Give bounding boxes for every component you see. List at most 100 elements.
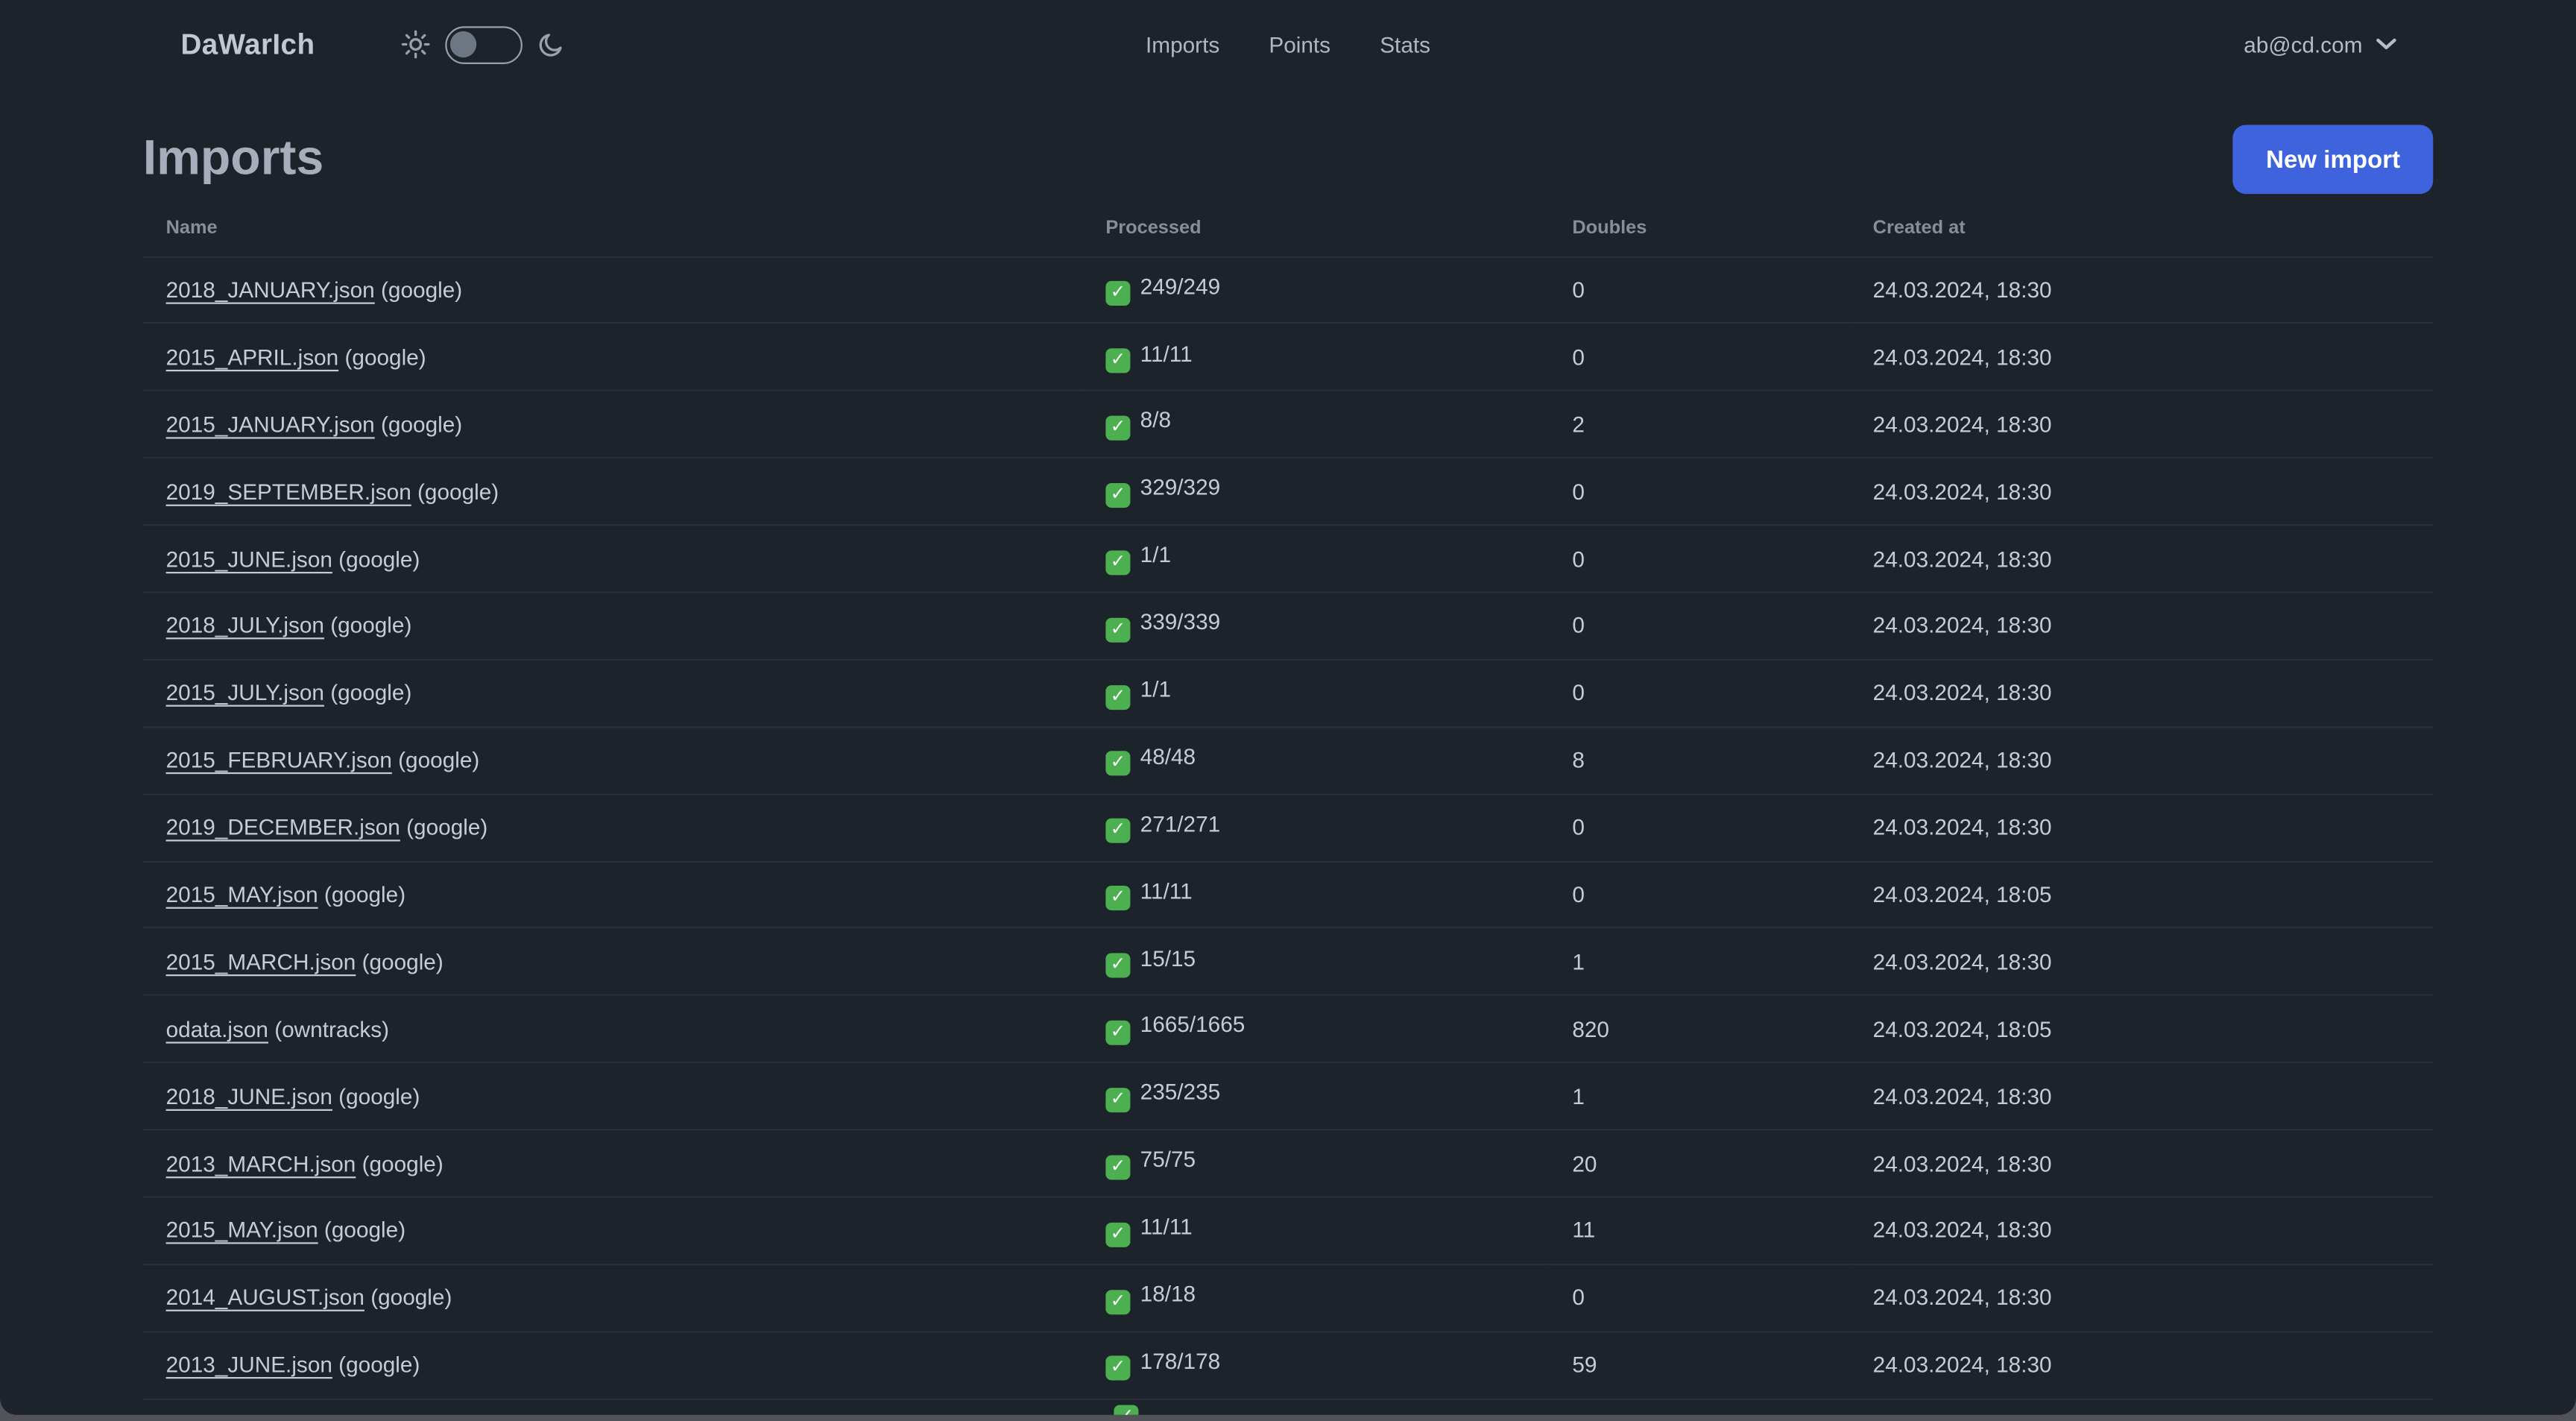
name-cell: 2015_APRIL.json (google) — [143, 324, 1083, 391]
doubles-count: 59 — [1572, 1352, 1597, 1378]
import-file-link[interactable]: 2015_MARCH.json — [166, 950, 356, 974]
table-row: 2019_DECEMBER.json (google) ✓ 271/271 0 2… — [142, 794, 2434, 861]
success-check-icon: ✓ — [1105, 1020, 1131, 1045]
created-at: 24.03.2024, 18:30 — [1872, 412, 2052, 437]
processed-cell: ✓ 339/339 — [1083, 592, 1550, 659]
processed-count: 18/18 — [1140, 1282, 1196, 1307]
doubles-count: 8 — [1572, 748, 1585, 773]
sun-icon — [401, 30, 429, 59]
processed-cell: ✓ 329/329 — [1083, 458, 1550, 525]
nav-points[interactable]: Points — [1269, 32, 1330, 57]
created-at: 24.03.2024, 18:30 — [1872, 277, 2052, 303]
processed-cell: ✓ 11/11 — [1083, 861, 1550, 928]
column-header-name: Name — [165, 218, 218, 239]
theme-toggle[interactable] — [444, 25, 523, 63]
doubles-cell: 11 — [1549, 1197, 1849, 1264]
created-at-cell: 24.03.2024, 18:30 — [1850, 458, 2433, 525]
success-check-icon: ✓ — [1105, 549, 1131, 575]
import-source: (google) — [374, 277, 463, 303]
import-file-link[interactable]: odata.json — [166, 1017, 268, 1042]
success-check-icon: ✓ — [1105, 1289, 1131, 1314]
import-file-link[interactable]: 2015_JULY.json — [166, 681, 324, 705]
created-at: 24.03.2024, 18:30 — [1872, 1218, 2052, 1244]
import-file-link[interactable]: 2019_SEPTEMBER.json — [166, 479, 411, 504]
processed-cell: ✓ 1/1 — [1083, 525, 1550, 592]
doubles-count: 820 — [1572, 1016, 1609, 1042]
name-cell: 2018_JUNE.json (google) — [143, 1062, 1083, 1129]
success-check-icon: ✓ — [1105, 1087, 1131, 1112]
nav-imports[interactable]: Imports — [1146, 32, 1219, 57]
doubles-count: 2 — [1572, 412, 1585, 437]
processed-count: 8/8 — [1140, 408, 1172, 433]
table-row: odata.json (owntracks) ✓ 1665/1665 820 24… — [142, 995, 2434, 1063]
import-file-link[interactable]: 2019_DECEMBER.json — [166, 815, 400, 839]
theme-toggle-group — [400, 25, 564, 63]
table-row: 2015_APRIL.json (google) ✓ 11/11 0 24.03.… — [142, 324, 2434, 391]
import-file-link[interactable]: 2018_JUNE.json — [166, 1084, 332, 1109]
import-file-link[interactable]: 2018_JULY.json — [166, 614, 324, 638]
import-file-link[interactable]: 2013_MARCH.json — [166, 1151, 356, 1176]
import-file-link[interactable]: 2015_JANUARY.json — [166, 412, 375, 437]
created-at: 24.03.2024, 18:30 — [1872, 748, 2052, 773]
doubles-count: 0 — [1572, 344, 1585, 370]
page-head: Imports New import — [143, 125, 2434, 195]
doubles-count: 0 — [1572, 882, 1585, 907]
success-check-icon: ✓ — [1105, 886, 1131, 911]
doubles-cell: 0 — [1549, 256, 1849, 324]
name-cell: 2014_AUGUST.json (google) — [143, 1264, 1083, 1332]
import-source: (google) — [391, 748, 480, 773]
column-header-created-at: Created at — [1872, 218, 1966, 239]
import-source: (google) — [356, 949, 443, 974]
import-file-link[interactable]: 2015_FEBRUARY.json — [166, 748, 392, 772]
table-row: 2013_JUNE.json (google) ✓ 178/178 59 24.0… — [142, 1332, 2434, 1399]
account-menu[interactable]: ab@cd.com — [2244, 0, 2396, 89]
table-row: 2015_JULY.json (google) ✓ 1/1 0 24.03.202… — [142, 660, 2434, 727]
import-file-link[interactable]: 2015_MAY.json — [166, 1218, 318, 1243]
success-check-icon: ✓ — [1105, 281, 1131, 306]
theme-toggle-knob — [450, 31, 477, 58]
table-header-row: Name Processed Doubles Created at — [142, 201, 2434, 256]
processed-cell: ✓ 15/15 — [1083, 928, 1550, 995]
import-file-link[interactable]: 2015_APRIL.json — [166, 344, 339, 369]
name-cell: 2015_JUNE.json (google) — [143, 525, 1083, 592]
created-at: 24.03.2024, 18:05 — [1872, 882, 2052, 907]
doubles-cell: 0 — [1549, 1264, 1849, 1332]
import-file-link[interactable]: 2014_AUGUST.json — [166, 1285, 364, 1310]
doubles-cell: 0 — [1549, 861, 1849, 928]
main-nav: Imports Points Stats — [1146, 0, 1430, 89]
success-check-icon: ✓ — [1105, 1154, 1131, 1180]
table-row: 2019_SEPTEMBER.json (google) ✓ 329/329 0 … — [142, 458, 2434, 526]
imports-table: Name Processed Doubles Created at 2018_J… — [142, 201, 2434, 1399]
created-at-cell: 24.03.2024, 18:30 — [1850, 1197, 2433, 1264]
created-at-cell: 24.03.2024, 18:30 — [1850, 324, 2433, 391]
nav-stats[interactable]: Stats — [1380, 32, 1430, 57]
processed-cell: ✓ 249/249 — [1083, 256, 1550, 324]
new-import-button[interactable]: New import — [2233, 125, 2434, 195]
doubles-cell: 0 — [1549, 458, 1849, 525]
import-file-link[interactable]: 2015_MAY.json — [166, 882, 318, 907]
processed-count: 235/235 — [1140, 1080, 1221, 1105]
name-cell: 2015_MARCH.json (google) — [143, 928, 1083, 995]
processed-cell: ✓ 48/48 — [1083, 727, 1550, 794]
name-cell: 2013_JUNE.json (google) — [143, 1332, 1083, 1399]
top-nav-bar: DaWarIch Imports Points Stats ab@cd.com — [0, 0, 2576, 89]
name-cell: 2015_JANUARY.json (google) — [143, 391, 1083, 458]
created-at: 24.03.2024, 18:30 — [1872, 1083, 2052, 1109]
doubles-count: 0 — [1572, 815, 1585, 840]
import-source: (google) — [332, 1352, 420, 1378]
doubles-cell: 0 — [1549, 660, 1849, 727]
app-window: DaWarIch Imports Points Stats ab@cd.com … — [0, 0, 2576, 1415]
import-file-link[interactable]: 2018_JANUARY.json — [166, 277, 375, 302]
doubles-count: 0 — [1572, 277, 1585, 303]
table-row: 2015_MARCH.json (google) ✓ 15/15 1 24.03.… — [142, 928, 2434, 996]
import-file-link[interactable]: 2013_JUNE.json — [166, 1352, 332, 1377]
import-file-link[interactable]: 2015_JUNE.json — [166, 546, 332, 571]
table-row: 2018_JUNE.json (google) ✓ 235/235 1 24.03… — [142, 1062, 2434, 1130]
table-row: 2015_MAY.json (google) ✓ 11/11 11 24.03.2… — [142, 1197, 2434, 1264]
table-row: 2015_MAY.json (google) ✓ 11/11 0 24.03.20… — [142, 861, 2434, 929]
doubles-count: 0 — [1572, 681, 1585, 706]
processed-count: 339/339 — [1140, 610, 1221, 635]
app-logo[interactable]: DaWarIch — [180, 27, 315, 61]
success-check-icon: ✓ — [1105, 482, 1131, 508]
processed-cell: ✓ 235/235 — [1083, 1062, 1550, 1129]
